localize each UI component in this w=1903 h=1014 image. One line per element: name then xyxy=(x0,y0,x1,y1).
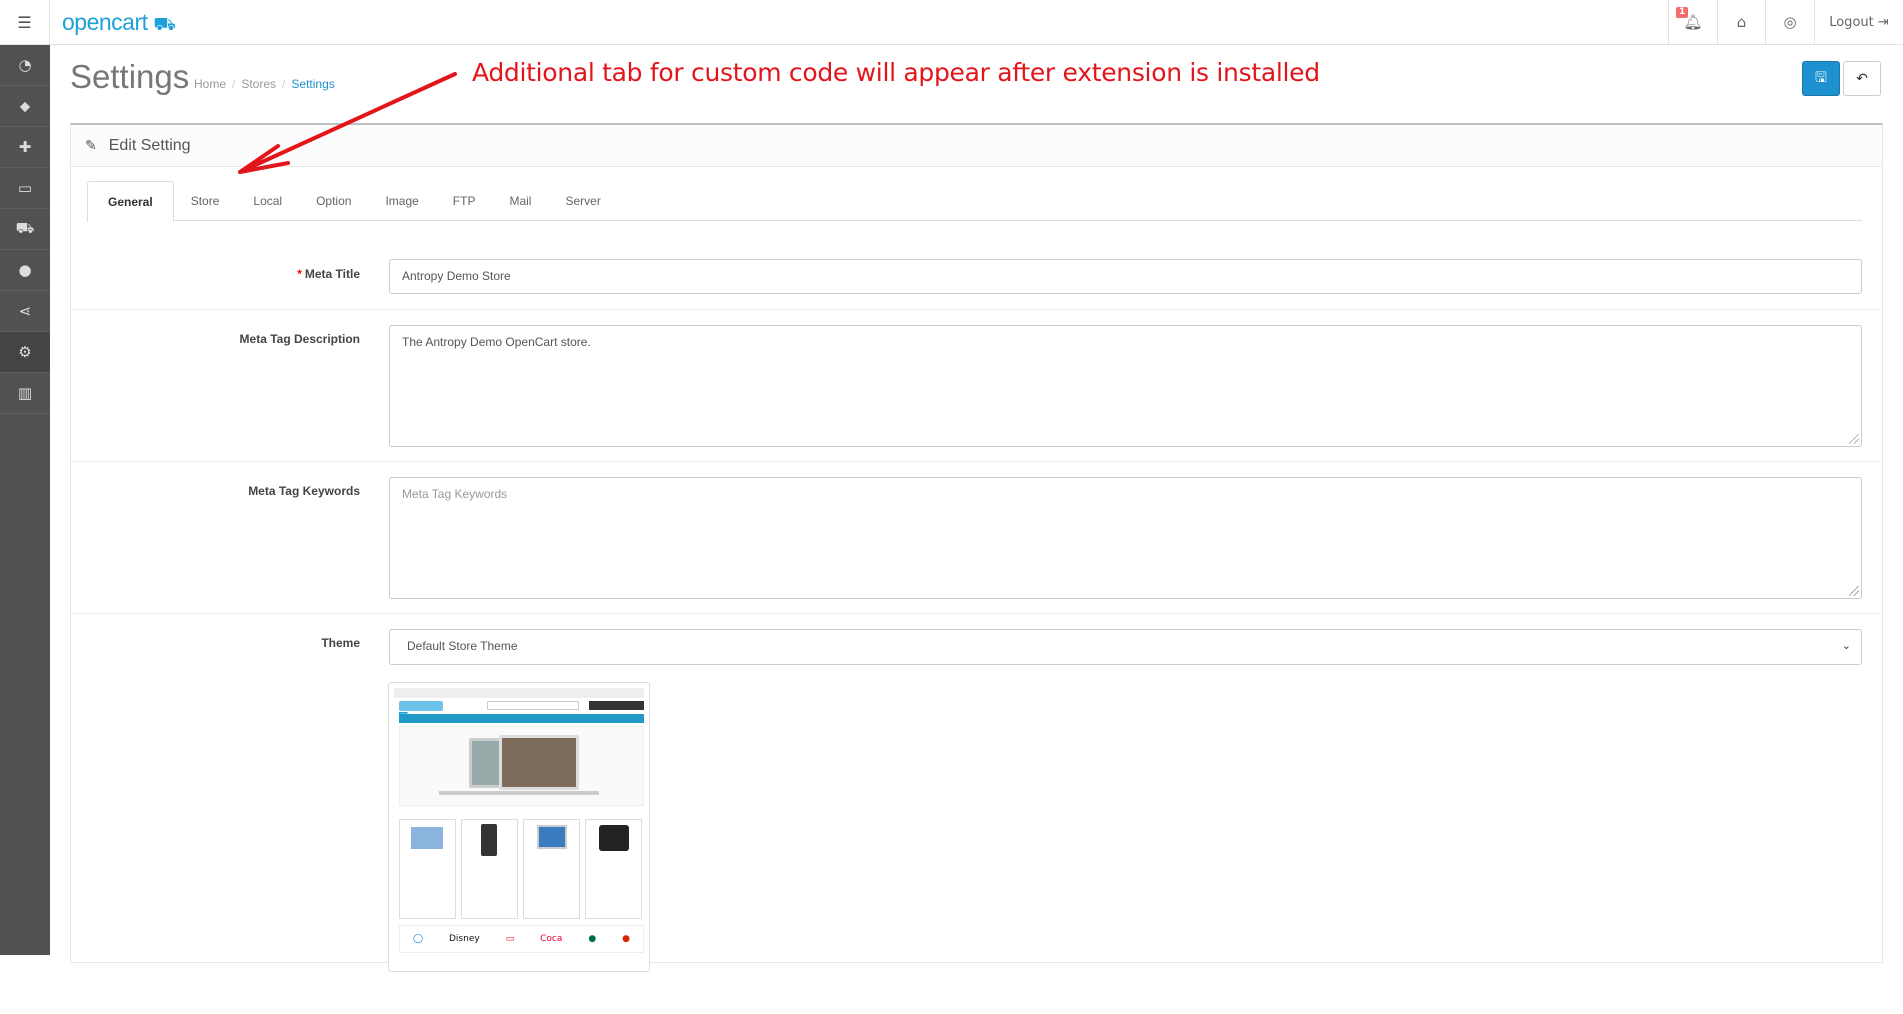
tab-option[interactable]: Option xyxy=(299,181,368,221)
menu-toggle-button[interactable]: ☰ xyxy=(0,0,50,44)
theme-label: Theme xyxy=(321,636,360,650)
tab-general[interactable]: General xyxy=(87,181,174,222)
help-button[interactable]: ◎ xyxy=(1765,0,1814,44)
dashboard-icon: ◔ xyxy=(18,56,32,74)
back-button[interactable]: ↶ xyxy=(1843,61,1881,96)
theme-row: Theme Default Store Theme⌄ ▁ xyxy=(71,614,1882,1014)
tags-icon: ⬥ xyxy=(19,97,31,115)
breadcrumb-settings[interactable]: Settings xyxy=(291,77,334,91)
sidebar: ◔ ⬥ ✚ ▭ ⛟ ● ⋖ ⚙ ▥ xyxy=(0,45,50,955)
sidebar-item-marketing[interactable]: ⋖ xyxy=(0,291,50,332)
bar-chart-icon: ▥ xyxy=(17,384,33,402)
meta-keywords-row: Meta Tag Keywords Meta Tag Keywords xyxy=(71,462,1882,614)
puzzle-icon: ✚ xyxy=(18,138,32,156)
notification-badge: 1 xyxy=(1676,7,1689,18)
user-icon: ● xyxy=(18,261,32,279)
tab-server[interactable]: Server xyxy=(548,181,617,221)
sidebar-item-catalog[interactable]: ⬥ xyxy=(0,86,50,127)
opencart-logo[interactable]: opencart ⛟ xyxy=(62,9,176,38)
sidebar-item-dashboard[interactable]: ◔ xyxy=(0,45,50,86)
desktop-icon: ▭ xyxy=(17,179,33,197)
meta-title-label: * Meta Title xyxy=(297,267,360,281)
meta-title-input[interactable]: Antropy Demo Store xyxy=(389,259,1862,294)
share-icon: ⋖ xyxy=(18,302,32,320)
meta-description-row: Meta Tag Description The Antropy Demo Op… xyxy=(71,310,1882,462)
panel-heading: ✎ Edit Setting xyxy=(71,125,1882,167)
settings-tabs: General Store Local Option Image FTP Mai… xyxy=(87,181,1862,222)
meta-description-label: Meta Tag Description xyxy=(239,332,360,346)
logout-button[interactable]: Logout ⇥ xyxy=(1814,0,1903,44)
top-header: ☰ opencart ⛟ 1 🔔︎ ⌂ ◎ Logout ⇥ xyxy=(0,0,1903,45)
meta-description-textarea[interactable]: The Antropy Demo OpenCart store. xyxy=(389,325,1862,447)
sidebar-item-sales[interactable]: ⛟ xyxy=(0,209,50,250)
breadcrumb: Home / Stores / Settings xyxy=(194,77,335,91)
edit-setting-panel: ✎ Edit Setting General Store Local Option… xyxy=(70,123,1883,972)
home-icon: ⌂ xyxy=(1736,13,1747,31)
tab-image[interactable]: Image xyxy=(368,181,435,221)
resize-handle[interactable] xyxy=(1849,434,1859,444)
sidebar-item-design[interactable]: ▭ xyxy=(0,168,50,209)
breadcrumb-home[interactable]: Home xyxy=(194,77,226,91)
home-button[interactable]: ⌂ xyxy=(1717,0,1765,44)
page-title: Settings xyxy=(70,58,190,95)
tab-local[interactable]: Local xyxy=(236,181,299,221)
cart-icon: ⛟ xyxy=(15,219,35,237)
resize-handle[interactable] xyxy=(1849,586,1859,596)
notifications-button[interactable]: 1 🔔︎ xyxy=(1668,0,1717,44)
chevron-down-icon: ⌄ xyxy=(1841,640,1851,652)
theme-preview-image: ▁ ◯Disney▭Coca●● xyxy=(388,682,650,972)
meta-title-row: * Meta Title Antropy Demo Store xyxy=(71,245,1882,310)
sidebar-item-extensions[interactable]: ✚ xyxy=(0,127,50,168)
life-ring-icon: ◎ xyxy=(1783,13,1797,31)
tab-ftp[interactable]: FTP xyxy=(436,181,493,221)
gear-icon: ⚙ xyxy=(18,343,32,361)
menu-icon: ☰ xyxy=(17,12,32,32)
reply-icon: ↶ xyxy=(1856,70,1868,87)
sidebar-item-reports[interactable]: ▥ xyxy=(0,373,50,414)
meta-keywords-label: Meta Tag Keywords xyxy=(248,484,360,498)
save-button[interactable]: 🖫︎ xyxy=(1802,61,1840,96)
annotation-text: Additional tab for custom code will appe… xyxy=(472,58,1320,87)
meta-keywords-textarea[interactable]: Meta Tag Keywords xyxy=(389,477,1862,599)
sign-out-icon: ⇥ xyxy=(1877,14,1889,30)
tab-store[interactable]: Store xyxy=(174,181,237,221)
sidebar-item-system[interactable]: ⚙ xyxy=(0,332,50,373)
breadcrumb-stores[interactable]: Stores xyxy=(241,77,276,91)
sidebar-item-customers[interactable]: ● xyxy=(0,250,50,291)
tab-mail[interactable]: Mail xyxy=(492,181,548,221)
theme-select[interactable]: Default Store Theme ⌄ xyxy=(389,629,1862,665)
save-icon: 🖫︎ xyxy=(1815,69,1827,86)
pencil-icon: ✎ xyxy=(85,137,97,153)
